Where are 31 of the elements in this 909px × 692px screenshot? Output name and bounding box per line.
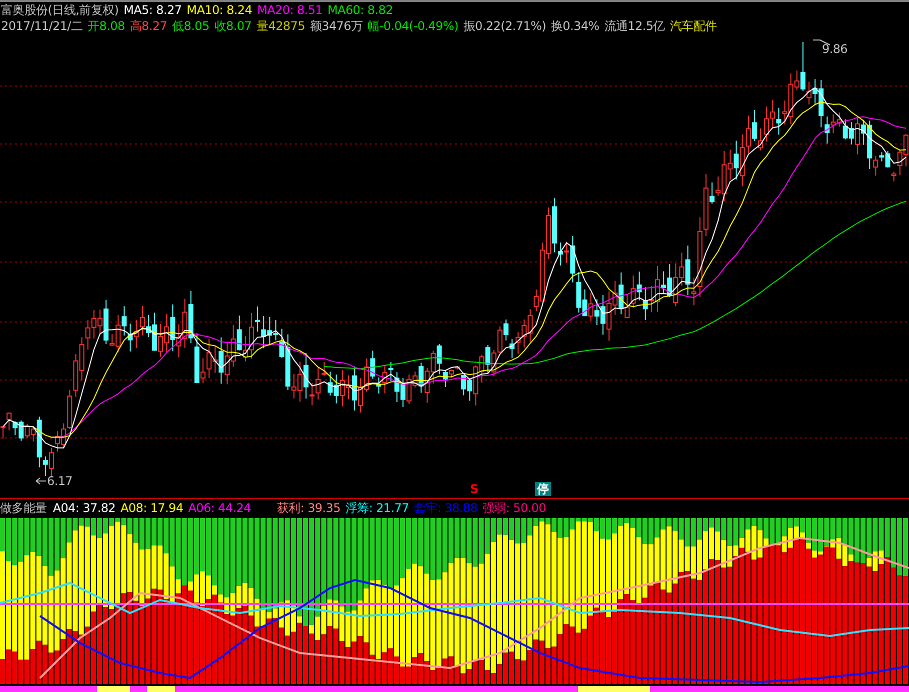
signal-marker: 停 bbox=[535, 482, 551, 496]
quote-value: 量42875 bbox=[256, 18, 305, 34]
quote-value: 换0.34% bbox=[550, 18, 600, 34]
moving-average-value: MA5: 8.27 bbox=[124, 2, 182, 18]
quote-value: 开8.08 bbox=[88, 18, 125, 34]
moving-average-value: MA10: 8.24 bbox=[186, 2, 252, 18]
moving-average-value: MA60: 8.82 bbox=[328, 2, 393, 18]
quote-value: 振0.22(2.71%) bbox=[463, 18, 546, 34]
quote-value: 汽车配件 bbox=[670, 18, 717, 34]
quote-value: 2017/11/21/二 bbox=[1, 18, 83, 34]
moving-average-value: MA20: 8.51 bbox=[257, 2, 322, 18]
indicator-name: 做多能量 bbox=[0, 501, 47, 516]
indicator-value: A04: 37.82 bbox=[52, 501, 116, 516]
indicator-value: 浮筹: 21.77 bbox=[345, 501, 409, 516]
quote-value: 幅-0.04(-0.49%) bbox=[368, 18, 458, 34]
quote-value: 流通12.5亿 bbox=[604, 18, 665, 34]
quote-value: 低8.05 bbox=[172, 18, 210, 34]
quote-value: 额3476万 bbox=[310, 18, 363, 34]
quote-value: 收8.07 bbox=[214, 18, 252, 34]
stock-title: 富奥股份(日线,前复权) bbox=[1, 2, 119, 18]
indicator-value: 获利: 39.35 bbox=[276, 501, 340, 516]
low-price-label: 6.17 bbox=[47, 474, 73, 489]
indicator-value: A06: 44.24 bbox=[188, 501, 251, 516]
indicator-value: 套牢: 38.88 bbox=[414, 501, 478, 516]
signal-marker: S bbox=[469, 482, 480, 496]
high-price-label: 9.86 bbox=[822, 42, 848, 57]
quote-value: 高8.27 bbox=[130, 18, 168, 34]
indicator-value: A08: 17.94 bbox=[120, 501, 184, 516]
leader-line bbox=[812, 40, 830, 46]
leader-line bbox=[36, 478, 46, 484]
indicator-value: 强弱: 50.00 bbox=[482, 501, 546, 516]
